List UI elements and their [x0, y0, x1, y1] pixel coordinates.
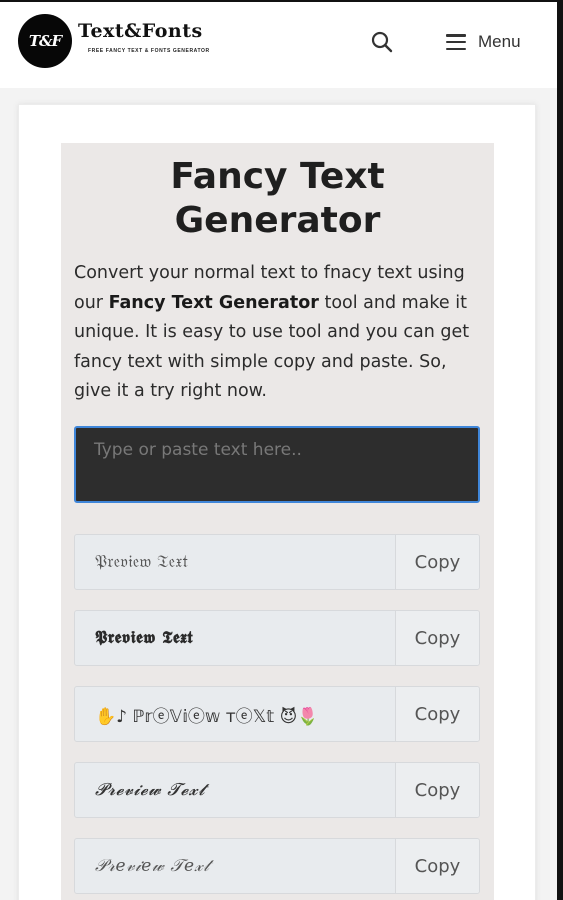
- hamburger-menu-icon: [446, 34, 466, 50]
- result-row: ✋♪ ℙ𝕣ⓔ𝕍𝕚ⓔ𝕨 тⓔ𝕏𝕥 😈🌷 Copy: [74, 686, 480, 742]
- copy-button[interactable]: Copy: [395, 839, 479, 893]
- result-row: 𝕻𝖗𝖊𝖛𝖎𝖊𝖜 𝕿𝖊𝖝𝖙 Copy: [74, 610, 480, 666]
- result-preview[interactable]: 𝒫𝓇𝑒𝓋𝒾𝑒𝓌 𝒯𝑒𝓍𝓉: [75, 839, 395, 893]
- result-preview[interactable]: 𝓟𝓻𝓮𝓿𝓲𝓮𝔀 𝓣𝓮𝔁𝓽: [75, 763, 395, 817]
- result-preview[interactable]: ✋♪ ℙ𝕣ⓔ𝕍𝕚ⓔ𝕨 тⓔ𝕏𝕥 😈🌷: [75, 687, 395, 741]
- page-title-line2: Generator: [174, 200, 381, 241]
- menu-button[interactable]: Menu: [446, 30, 521, 54]
- brand-title[interactable]: Text&Fonts: [78, 20, 203, 42]
- copy-button[interactable]: Copy: [395, 763, 479, 817]
- description-bold: Fancy Text Generator: [108, 292, 319, 313]
- copy-button[interactable]: Copy: [395, 611, 479, 665]
- page-title: Fancy Text Generator: [61, 155, 494, 243]
- generator-section: Fancy Text Generator Convert your normal…: [61, 143, 494, 900]
- result-row: 𝓟𝓻𝓮𝓿𝓲𝓮𝔀 𝓣𝓮𝔁𝓽 Copy: [74, 762, 480, 818]
- text-input[interactable]: [74, 426, 480, 503]
- logo-text: T&F: [28, 32, 62, 50]
- brand-tagline: FREE FANCY TEXT & FONTS GENERATOR: [88, 48, 210, 54]
- search-button[interactable]: [370, 30, 394, 54]
- logo[interactable]: T&F: [18, 14, 72, 68]
- page-title-line1: Fancy Text: [170, 156, 385, 197]
- menu-label: Menu: [478, 32, 521, 51]
- result-row: 𝔓𝔯𝔢𝔳𝔦𝔢𝔴 𝔗𝔢𝔵𝔱 Copy: [74, 534, 480, 590]
- copy-button[interactable]: Copy: [395, 687, 479, 741]
- site-header: T&F Text&Fonts FREE FANCY TEXT & FONTS G…: [0, 2, 557, 88]
- page: T&F Text&Fonts FREE FANCY TEXT & FONTS G…: [0, 0, 563, 900]
- right-edge: [557, 0, 563, 900]
- search-icon: [371, 31, 393, 53]
- result-preview[interactable]: 𝕻𝖗𝖊𝖛𝖎𝖊𝖜 𝕿𝖊𝖝𝖙: [75, 611, 395, 665]
- result-preview[interactable]: 𝔓𝔯𝔢𝔳𝔦𝔢𝔴 𝔗𝔢𝔵𝔱: [75, 535, 395, 589]
- description: Convert your normal text to fnacy text u…: [74, 259, 484, 407]
- result-row: 𝒫𝓇𝑒𝓋𝒾𝑒𝓌 𝒯𝑒𝓍𝓉 Copy: [74, 838, 480, 894]
- copy-button[interactable]: Copy: [395, 535, 479, 589]
